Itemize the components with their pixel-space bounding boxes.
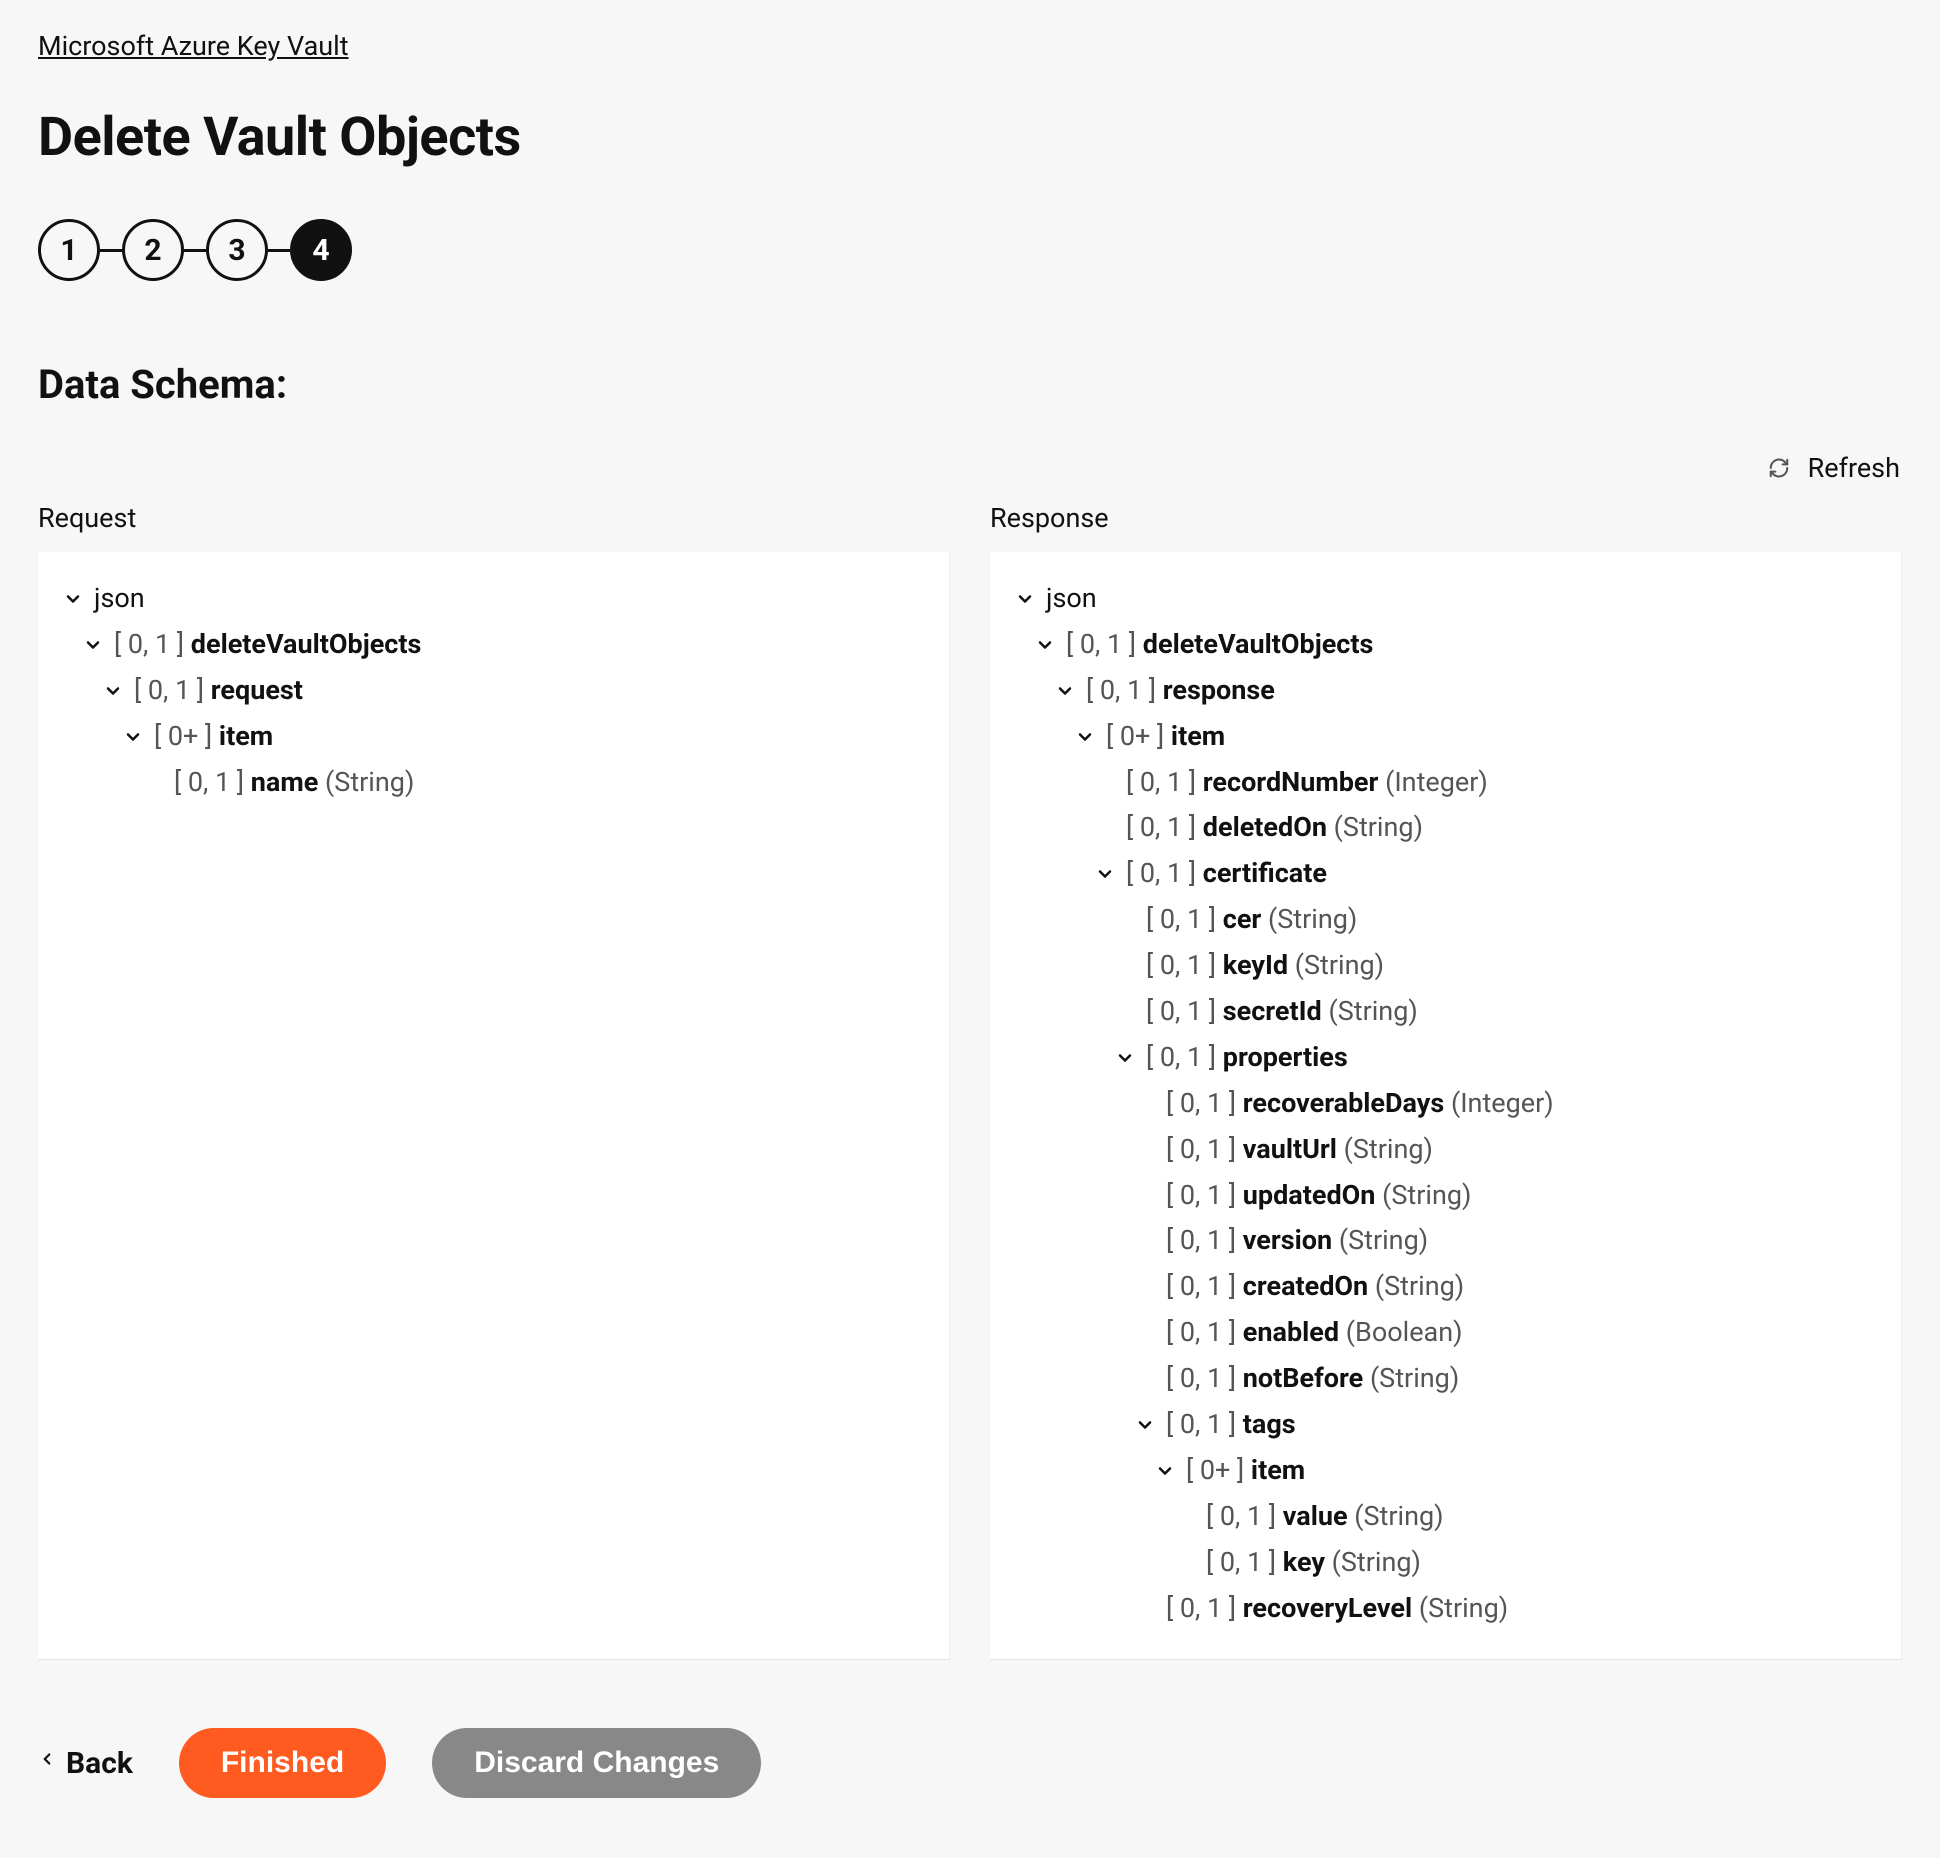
schema-node-text: [ 0, 1 ] properties	[1146, 1035, 1348, 1081]
discard-button[interactable]: Discard Changes	[432, 1728, 761, 1798]
refresh-icon	[1768, 457, 1790, 479]
step-connector	[100, 249, 122, 252]
schema-node-text: [ 0, 1 ] deletedOn (String)	[1126, 805, 1423, 851]
schema-node-properties[interactable]: [ 0, 1 ] properties	[1014, 1035, 1877, 1081]
page-title: Delete Vault Objects	[38, 106, 1902, 169]
schema-node-item[interactable]: [ 0+ ] item	[62, 714, 925, 760]
schema-node-text: [ 0, 1 ] keyId (String)	[1146, 943, 1384, 989]
chevron-down-icon[interactable]	[1134, 1414, 1156, 1436]
schema-node-text: [ 0, 1 ] createdOn (String)	[1166, 1264, 1464, 1310]
schema-node-value: [ 0, 1 ] value (String)	[1014, 1494, 1877, 1540]
refresh-label: Refresh	[1808, 452, 1900, 484]
chevron-down-icon[interactable]	[1154, 1460, 1176, 1482]
schema-node-text: [ 0, 1 ] name (String)	[174, 760, 414, 806]
schema-node-text: [ 0, 1 ] vaultUrl (String)	[1166, 1127, 1433, 1173]
step-1[interactable]: 1	[38, 219, 100, 281]
schema-node-updatedOn: [ 0, 1 ] updatedOn (String)	[1014, 1173, 1877, 1219]
schema-node-text: json	[94, 576, 145, 622]
schema-node-text: [ 0, 1 ] recoveryLevel (String)	[1166, 1586, 1508, 1632]
step-connector	[184, 249, 206, 252]
schema-node-text: [ 0+ ] item	[1106, 714, 1225, 760]
schema-node-text: [ 0, 1 ] cer (String)	[1146, 897, 1357, 943]
chevron-down-icon[interactable]	[1074, 726, 1096, 748]
schema-node-deleteVaultObjects[interactable]: [ 0, 1 ] deleteVaultObjects	[62, 622, 925, 668]
chevron-down-icon[interactable]	[122, 726, 144, 748]
schema-node-text: [ 0, 1 ] key (String)	[1206, 1540, 1421, 1586]
schema-node-name: [ 0, 1 ] name (String)	[62, 760, 925, 806]
step-2[interactable]: 2	[122, 219, 184, 281]
schema-node-text: [ 0+ ] item	[1186, 1448, 1305, 1494]
back-label: Back	[66, 1746, 133, 1781]
schema-node-text: [ 0, 1 ] response	[1086, 668, 1275, 714]
schema-node-text: [ 0, 1 ] secretId (String)	[1146, 989, 1418, 1035]
chevron-down-icon[interactable]	[1094, 863, 1116, 885]
chevron-down-icon[interactable]	[1054, 680, 1076, 702]
schema-node-json[interactable]: json	[62, 576, 925, 622]
response-panel-label: Response	[990, 502, 1902, 534]
schema-node-item[interactable]: [ 0+ ] item	[1014, 714, 1877, 760]
section-title: Data Schema:	[38, 361, 1902, 408]
schema-node-text: [ 0, 1 ] version (String)	[1166, 1218, 1428, 1264]
refresh-button[interactable]: Refresh	[1768, 452, 1900, 484]
breadcrumb-link[interactable]: Microsoft Azure Key Vault	[38, 30, 349, 62]
schema-node-text: [ 0, 1 ] request	[134, 668, 303, 714]
schema-node-keyId: [ 0, 1 ] keyId (String)	[1014, 943, 1877, 989]
schema-node-text: json	[1046, 576, 1097, 622]
chevron-left-icon	[38, 1745, 56, 1781]
schema-node-text: [ 0, 1 ] deleteVaultObjects	[114, 622, 421, 668]
chevron-down-icon[interactable]	[1014, 588, 1036, 610]
schema-node-request[interactable]: [ 0, 1 ] request	[62, 668, 925, 714]
schema-node-text: [ 0, 1 ] notBefore (String)	[1166, 1356, 1459, 1402]
schema-node-recoveryLevel: [ 0, 1 ] recoveryLevel (String)	[1014, 1586, 1877, 1632]
back-button[interactable]: Back	[38, 1745, 133, 1781]
schema-node-text: [ 0, 1 ] updatedOn (String)	[1166, 1173, 1471, 1219]
schema-node-recordNumber: [ 0, 1 ] recordNumber (Integer)	[1014, 760, 1877, 806]
schema-node-deleteVaultObjects[interactable]: [ 0, 1 ] deleteVaultObjects	[1014, 622, 1877, 668]
schema-node-key: [ 0, 1 ] key (String)	[1014, 1540, 1877, 1586]
schema-node-enabled: [ 0, 1 ] enabled (Boolean)	[1014, 1310, 1877, 1356]
schema-node-secretId: [ 0, 1 ] secretId (String)	[1014, 989, 1877, 1035]
schema-node-item[interactable]: [ 0+ ] item	[1014, 1448, 1877, 1494]
finished-button[interactable]: Finished	[179, 1728, 386, 1798]
schema-node-json[interactable]: json	[1014, 576, 1877, 622]
schema-node-text: [ 0, 1 ] tags	[1166, 1402, 1296, 1448]
stepper: 1234	[38, 219, 1902, 281]
schema-node-version: [ 0, 1 ] version (String)	[1014, 1218, 1877, 1264]
schema-node-text: [ 0, 1 ] certificate	[1126, 851, 1327, 897]
step-4[interactable]: 4	[290, 219, 352, 281]
schema-node-text: [ 0+ ] item	[154, 714, 273, 760]
chevron-down-icon[interactable]	[1114, 1047, 1136, 1069]
schema-node-response[interactable]: [ 0, 1 ] response	[1014, 668, 1877, 714]
chevron-down-icon[interactable]	[102, 680, 124, 702]
request-panel: json[ 0, 1 ] deleteVaultObjects[ 0, 1 ] …	[38, 552, 950, 1660]
schema-node-tags[interactable]: [ 0, 1 ] tags	[1014, 1402, 1877, 1448]
schema-node-text: [ 0, 1 ] deleteVaultObjects	[1066, 622, 1373, 668]
schema-node-createdOn: [ 0, 1 ] createdOn (String)	[1014, 1264, 1877, 1310]
schema-node-recoverableDays: [ 0, 1 ] recoverableDays (Integer)	[1014, 1081, 1877, 1127]
step-3[interactable]: 3	[206, 219, 268, 281]
schema-node-text: [ 0, 1 ] recoverableDays (Integer)	[1166, 1081, 1554, 1127]
schema-node-text: [ 0, 1 ] value (String)	[1206, 1494, 1444, 1540]
chevron-down-icon[interactable]	[82, 634, 104, 656]
schema-node-text: [ 0, 1 ] enabled (Boolean)	[1166, 1310, 1463, 1356]
request-panel-label: Request	[38, 502, 950, 534]
schema-node-cer: [ 0, 1 ] cer (String)	[1014, 897, 1877, 943]
step-connector	[268, 249, 290, 252]
chevron-down-icon[interactable]	[1034, 634, 1056, 656]
chevron-down-icon[interactable]	[62, 588, 84, 610]
schema-node-certificate[interactable]: [ 0, 1 ] certificate	[1014, 851, 1877, 897]
schema-node-deletedOn: [ 0, 1 ] deletedOn (String)	[1014, 805, 1877, 851]
schema-node-vaultUrl: [ 0, 1 ] vaultUrl (String)	[1014, 1127, 1877, 1173]
schema-node-text: [ 0, 1 ] recordNumber (Integer)	[1126, 760, 1488, 806]
response-panel: json[ 0, 1 ] deleteVaultObjects[ 0, 1 ] …	[990, 552, 1902, 1660]
schema-node-notBefore: [ 0, 1 ] notBefore (String)	[1014, 1356, 1877, 1402]
